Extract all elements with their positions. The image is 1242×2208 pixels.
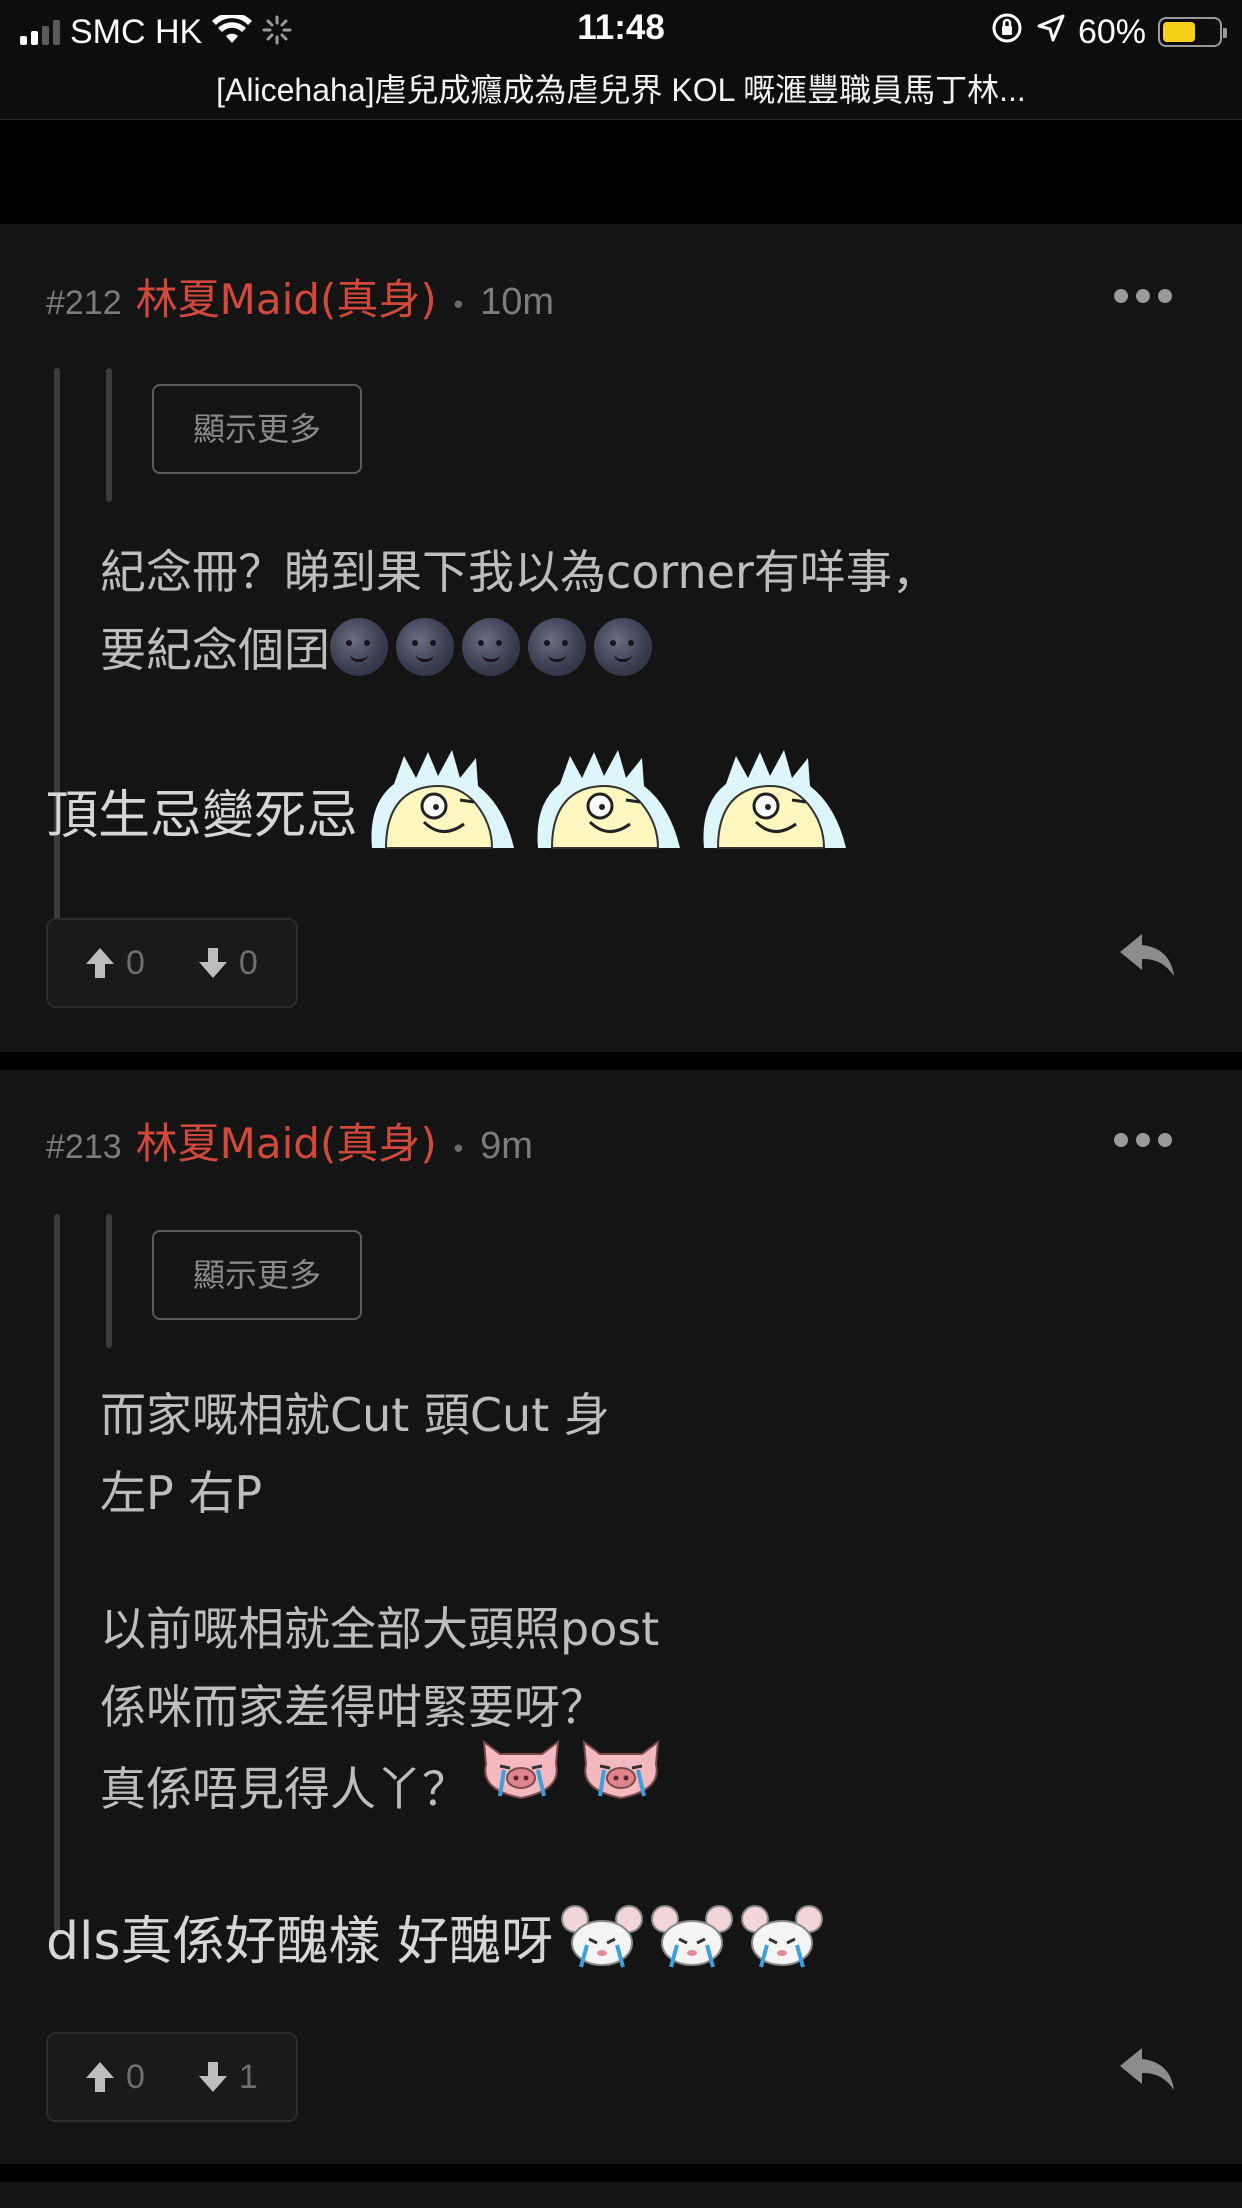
quote-text: 紀念冊？睇到果下我以為corner有咩事， 要紀念個囝 xyxy=(100,533,938,689)
quote-line: 紀念冊？睇到果下我以為corner有咩事， xyxy=(100,545,938,599)
downvote-button[interactable]: 1 xyxy=(197,2058,258,2097)
battery-percent: 60% xyxy=(1077,12,1146,51)
post-time: 10m xyxy=(480,281,554,323)
more-options-icon[interactable] xyxy=(1114,289,1172,303)
moon-face-icon xyxy=(462,618,520,676)
arrow-down-icon xyxy=(198,948,227,978)
more-options-icon[interactable] xyxy=(1114,1133,1172,1147)
vote-box: 0 0 xyxy=(46,918,298,1008)
quote-text: 而家嘅相就Cut 頭Cut 身 左P 右P 以前嘅相就全部大頭照post 係咪而… xyxy=(100,1376,664,1828)
post-header: #213 林夏Maid(真身) • 9m xyxy=(46,1110,533,1170)
upvote-button[interactable]: 0 xyxy=(84,2058,145,2097)
next-post xyxy=(0,2182,1242,2208)
quote-line: 左P 右P xyxy=(100,1466,263,1520)
show-more-button[interactable]: 顯示更多 xyxy=(152,1230,362,1320)
reply-icon[interactable] xyxy=(1118,2044,1176,2098)
separator-dot: • xyxy=(450,291,467,321)
crying-pig-sticker xyxy=(478,1734,664,1804)
upvote-count: 0 xyxy=(126,2057,145,2096)
vote-box: 0 1 xyxy=(46,2032,298,2122)
post-212: #212 林夏Maid(真身) • 10m 顯示更多 紀念冊？睇到果下我以為co… xyxy=(0,224,1242,1052)
quote-line: 而家嘅相就Cut 頭Cut 身 xyxy=(100,1388,610,1442)
location-arrow-icon xyxy=(1036,13,1066,52)
post-213: #213 林夏Maid(真身) • 9m 顯示更多 而家嘅相就Cut 頭Cut … xyxy=(0,1070,1242,2164)
post-author[interactable]: 林夏Maid(真身) xyxy=(136,266,437,327)
show-more-button[interactable]: 顯示更多 xyxy=(152,384,362,474)
reply-icon[interactable] xyxy=(1118,930,1176,984)
moon-face-icon xyxy=(330,618,388,676)
battery-icon xyxy=(1158,17,1227,47)
moon-face-icon xyxy=(528,618,586,676)
post-text: dls真係好醜樣 好醜呀 xyxy=(46,1912,554,1972)
nested-quote-bar xyxy=(106,368,112,502)
arrow-down-icon xyxy=(198,2062,227,2092)
post-text: 頂生忌變死忌 xyxy=(46,786,359,846)
post-time: 9m xyxy=(480,1125,533,1167)
arrow-up-icon xyxy=(86,2062,114,2092)
rotation-lock-icon xyxy=(990,11,1024,54)
shocked-ghost-sticker xyxy=(364,744,854,856)
downvote-count: 1 xyxy=(238,2057,258,2096)
post-body: dls真係好醜樣 好醜呀 xyxy=(46,1902,825,1982)
quote-bar xyxy=(54,1214,60,1932)
post-floor: #213 xyxy=(46,1128,122,1166)
post-author[interactable]: 林夏Maid(真身) xyxy=(136,1110,437,1171)
downvote-button[interactable]: 0 xyxy=(197,944,258,983)
quote-line: 以前嘅相就全部大頭照post xyxy=(100,1602,660,1656)
moon-face-icon xyxy=(396,618,454,676)
post-body: 頂生忌變死忌 xyxy=(46,744,854,856)
upvote-button[interactable]: 0 xyxy=(84,944,145,983)
separator-dot: • xyxy=(450,1135,467,1165)
arrow-up-icon xyxy=(86,948,114,978)
status-bar: SMC HK 11:48 60% xyxy=(0,0,1242,64)
moon-face-icon xyxy=(594,618,652,676)
post-header: #212 林夏Maid(真身) • 10m xyxy=(46,266,554,326)
quote-line-with-emoji: 要紀念個囝 xyxy=(100,611,938,689)
post-floor: #212 xyxy=(46,284,122,322)
crying-mouse-sticker xyxy=(559,1903,825,1969)
upvote-count: 0 xyxy=(126,943,145,982)
downvote-count: 0 xyxy=(238,943,258,982)
thread-title: [Alicehaha]虐兒成癮成為虐兒界 KOL 嘅滙豐職員馬丁林... xyxy=(0,64,1242,120)
quote-line-with-sticker: 真係唔見得人丫？ xyxy=(100,1739,664,1828)
nested-quote-bar xyxy=(106,1214,112,1348)
